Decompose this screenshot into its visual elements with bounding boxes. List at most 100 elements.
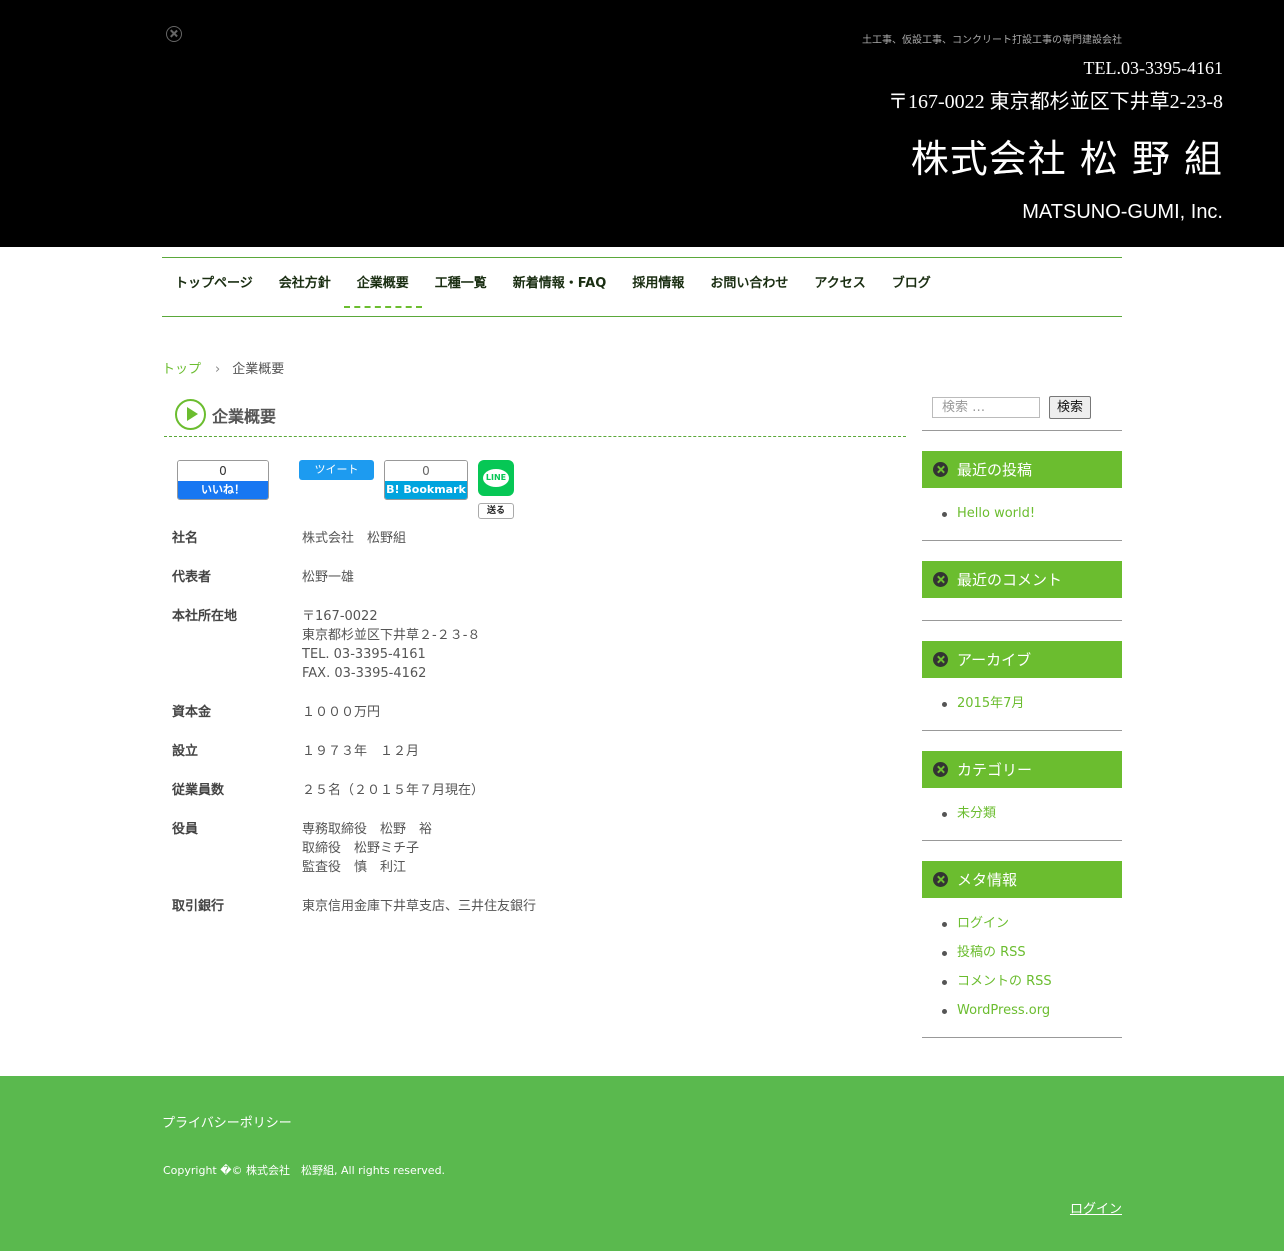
tweet-button[interactable]: ツイート — [299, 460, 374, 480]
info-key: 代表者 — [172, 570, 212, 585]
info-key: 設立 — [172, 744, 199, 759]
breadcrumb-current: 企業概要 — [232, 362, 285, 377]
widget-title: カテゴリー — [957, 761, 1033, 779]
list-item[interactable]: WordPress.org — [942, 1001, 1122, 1021]
close-circle-icon — [933, 462, 948, 477]
info-line: 取締役 松野ミチ子 — [302, 841, 420, 856]
info-line: １９７３年 １２月 — [302, 744, 420, 759]
close-circle-icon — [933, 762, 948, 777]
info-line: 松野一雄 — [302, 570, 355, 585]
site-header: 土工事、仮設工事、コンクリート打設工事の専門建設会社 TEL.03-3395-4… — [0, 0, 1284, 247]
widget-categories: カテゴリー 未分類 — [922, 751, 1122, 841]
info-value: 専務取締役 松野 裕 取締役 松野ミチ子 監査役 慎 利江 — [302, 820, 902, 897]
nav-item-blog[interactable]: ブログ — [879, 258, 944, 316]
close-circle-icon — [933, 652, 948, 667]
info-value: ２５名（２０１５年７月現在） — [302, 781, 902, 820]
list-item[interactable]: ログイン — [942, 914, 1122, 934]
nav-item-policy[interactable]: 会社方針 — [266, 258, 344, 316]
share-buttons: 0 いいね！ ツイート 0 B! Bookmark LINE 送る — [164, 393, 906, 519]
info-value: 松野一雄 — [302, 568, 902, 607]
main-nav: トップページ 会社方針 企業概要 工種一覧 新着情報・FAQ 採用情報 お問い合… — [162, 257, 1122, 317]
info-key: 従業員数 — [172, 783, 225, 798]
nav-item-recruit[interactable]: 採用情報 — [619, 258, 697, 316]
info-key: 本社所在地 — [172, 609, 238, 624]
widget-header: 最近のコメント — [922, 561, 1122, 598]
info-value: 〒167-0022 東京都杉並区下井草２-２３-８ TEL. 03-3395-4… — [302, 607, 902, 703]
sidebar: 検索 … 検索 最近の投稿 Hello world! 最近のコメント アーカイブ… — [922, 393, 1122, 1038]
privacy-policy-link[interactable]: プライバシーポリシー — [162, 1112, 292, 1131]
info-line: 専務取締役 松野 裕 — [302, 822, 433, 837]
line-send-button[interactable]: 送る — [478, 503, 514, 519]
facebook-like-button[interactable]: 0 いいね！ — [177, 460, 269, 500]
breadcrumb-home[interactable]: トップ — [162, 362, 201, 377]
nav-item-contact[interactable]: お問い合わせ — [697, 258, 801, 316]
info-line: 株式会社 松野組 — [302, 531, 407, 546]
info-row-representative: 代表者 松野一雄 — [172, 568, 902, 607]
info-line: 東京信用金庫下井草支店、三井住友銀行 — [302, 899, 537, 914]
search-button[interactable]: 検索 — [1049, 396, 1091, 419]
widget-archives: アーカイブ 2015年7月 — [922, 641, 1122, 731]
info-line: 〒167-0022 — [302, 609, 378, 624]
widget-header: 最近の投稿 — [922, 451, 1122, 488]
close-circle-icon — [933, 572, 948, 587]
nav-item-works[interactable]: 工種一覧 — [422, 258, 500, 316]
widget-title: 最近の投稿 — [957, 461, 1033, 479]
info-line: １０００万円 — [302, 705, 381, 720]
line-icon[interactable]: LINE — [478, 460, 514, 496]
widget-title: アーカイブ — [957, 651, 1032, 669]
info-line: FAX. 03-3395-4162 — [302, 666, 427, 681]
nav-item-news-faq[interactable]: 新着情報・FAQ — [500, 258, 620, 316]
hatena-bookmark-label: B! Bookmark — [385, 481, 467, 499]
footer-login-link[interactable]: ログイン — [1070, 1198, 1122, 1217]
info-row-officers: 役員 専務取締役 松野 裕 取締役 松野ミチ子 監査役 慎 利江 — [172, 820, 902, 897]
widget-header: カテゴリー — [922, 751, 1122, 788]
copyright: Copyright �© 株式会社 松野組, All rights reserv… — [163, 1164, 446, 1177]
site-title-en: MATSUNO-GUMI, Inc. — [1022, 201, 1223, 223]
info-line: ２５名（２０１５年７月現在） — [302, 783, 485, 798]
breadcrumb: トップ › 企業概要 — [162, 358, 284, 377]
info-line: 東京都杉並区下井草２-２３-８ — [302, 628, 481, 643]
info-key: 社名 — [172, 531, 199, 546]
search-form: 検索 … 検索 — [922, 393, 1122, 431]
info-row-employees: 従業員数 ２５名（２０１５年７月現在） — [172, 781, 902, 820]
info-key: 役員 — [172, 822, 199, 837]
info-key: 取引銀行 — [172, 899, 225, 914]
hatena-bookmark-count: 0 — [385, 461, 467, 481]
hatena-bookmark-button[interactable]: 0 B! Bookmark — [384, 460, 468, 500]
search-input[interactable]: 検索 … — [932, 397, 1040, 418]
widget-recent-comments: 最近のコメント — [922, 561, 1122, 621]
header-tel: TEL.03-3395-4161 — [1083, 58, 1223, 78]
nav-item-company[interactable]: 企業概要 — [343, 258, 422, 316]
info-row-capital: 資本金 １０００万円 — [172, 703, 902, 742]
company-info-table: 社名 株式会社 松野組 代表者 松野一雄 本社所在地 〒167-0022 東京都… — [172, 529, 902, 916]
info-line: TEL. 03-3395-4161 — [302, 647, 426, 662]
close-icon[interactable] — [166, 26, 182, 42]
breadcrumb-separator: › — [215, 362, 221, 377]
info-value: １０００万円 — [302, 703, 902, 742]
list-item[interactable]: 投稿の RSS — [942, 943, 1122, 963]
line-icon-text: LINE — [483, 469, 509, 487]
nav-item-access[interactable]: アクセス — [801, 258, 878, 316]
site-title[interactable]: 株式会社 松 野 組 — [911, 128, 1223, 183]
close-circle-icon — [933, 872, 948, 887]
info-row-founded: 設立 １９７３年 １２月 — [172, 742, 902, 781]
info-row-name: 社名 株式会社 松野組 — [172, 529, 902, 568]
list-item[interactable]: コメントの RSS — [942, 972, 1122, 992]
site-tagline: 土工事、仮設工事、コンクリート打設工事の専門建設会社 — [862, 35, 1122, 46]
list-item[interactable]: 未分類 — [942, 804, 1122, 824]
info-line: 監査役 慎 利江 — [302, 860, 407, 875]
info-row-banks: 取引銀行 東京信用金庫下井草支店、三井住友銀行 — [172, 897, 902, 916]
facebook-like-count: 0 — [178, 461, 268, 481]
header-address: 〒167-0022 東京都杉並区下井草2-23-8 — [888, 91, 1223, 113]
list-item[interactable]: 2015年7月 — [942, 694, 1122, 714]
nav-item-top[interactable]: トップページ — [162, 258, 266, 316]
widget-header: メタ情報 — [922, 861, 1122, 898]
info-value: １９７３年 １２月 — [302, 742, 902, 781]
info-value: 株式会社 松野組 — [302, 529, 902, 568]
list-item[interactable]: Hello world! — [942, 504, 1122, 524]
widget-meta: メタ情報 ログイン 投稿の RSS コメントの RSS WordPress.or… — [922, 861, 1122, 1038]
info-value: 東京信用金庫下井草支店、三井住友銀行 — [302, 897, 902, 916]
widget-title: 最近のコメント — [957, 571, 1063, 589]
site-footer: プライバシーポリシー Copyright �© 株式会社 松野組, All ri… — [0, 1076, 1284, 1251]
info-key: 資本金 — [172, 705, 212, 720]
